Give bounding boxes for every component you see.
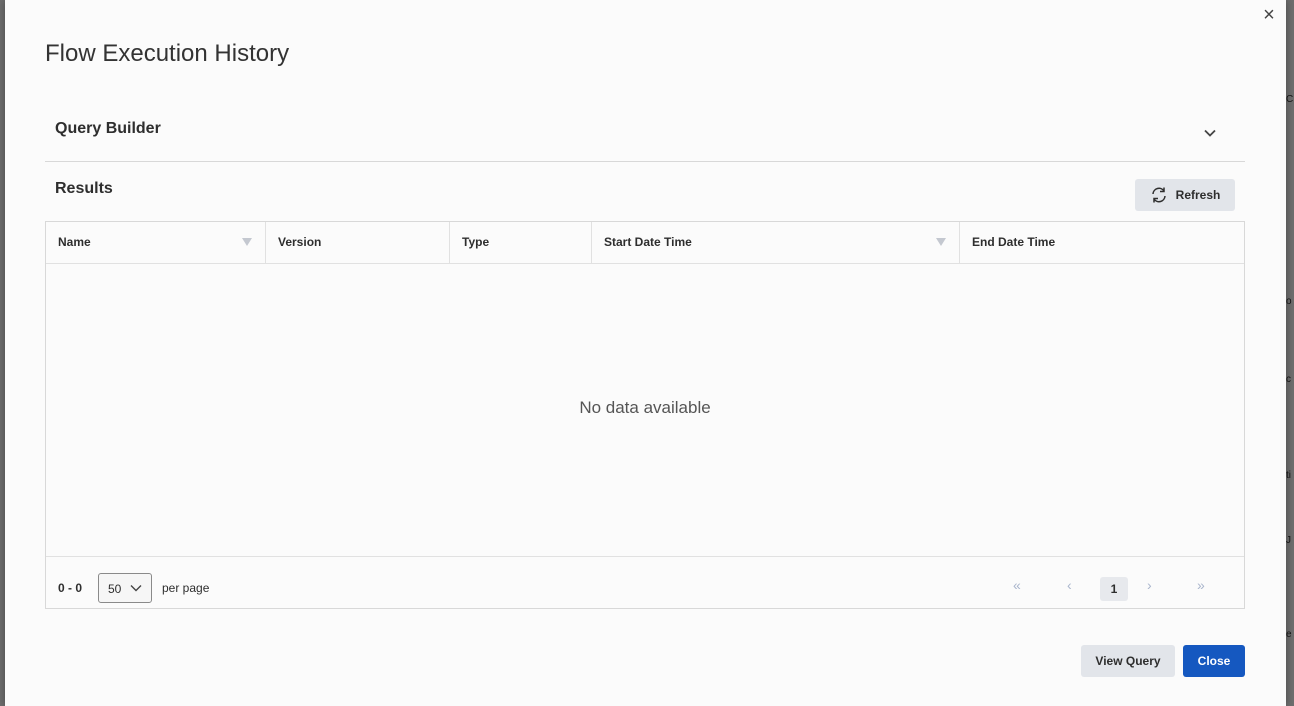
table-header: Name Version Type Start Date Time End Da… bbox=[46, 222, 1244, 264]
current-page-button[interactable]: 1 bbox=[1100, 577, 1128, 601]
column-header-start-date-time[interactable]: Start Date Time bbox=[592, 222, 960, 263]
close-button[interactable]: Close bbox=[1183, 645, 1245, 677]
view-query-button[interactable]: View Query bbox=[1081, 645, 1175, 677]
first-page-icon[interactable]: « bbox=[1013, 577, 1021, 593]
result-range: 0 - 0 bbox=[58, 581, 83, 595]
query-builder-accordion[interactable]: Query Builder bbox=[45, 106, 1245, 162]
column-header-version[interactable]: Version bbox=[266, 222, 450, 263]
query-builder-label: Query Builder bbox=[55, 120, 161, 137]
chevron-down-icon[interactable] bbox=[1203, 126, 1217, 140]
column-header-label: Type bbox=[462, 235, 490, 249]
per-page-label: per page bbox=[162, 581, 210, 595]
results-table: Name Version Type Start Date Time End Da… bbox=[45, 221, 1245, 609]
previous-page-icon[interactable]: ‹ bbox=[1067, 577, 1072, 593]
column-header-label: End Date Time bbox=[972, 235, 1056, 249]
results-heading: Results bbox=[55, 180, 113, 197]
next-page-icon[interactable]: › bbox=[1147, 577, 1152, 593]
empty-state-message: No data available bbox=[579, 398, 711, 417]
chevron-down-icon bbox=[130, 585, 142, 592]
per-page-value: 50 bbox=[108, 582, 122, 596]
column-header-label: Start Date Time bbox=[604, 235, 692, 249]
refresh-label: Refresh bbox=[1175, 188, 1221, 202]
column-header-label: Version bbox=[278, 235, 322, 249]
column-header-name[interactable]: Name bbox=[46, 222, 266, 263]
per-page-select[interactable]: 50 bbox=[98, 573, 152, 603]
refresh-button[interactable]: Refresh bbox=[1135, 179, 1235, 211]
column-header-end-date-time[interactable]: End Date Time bbox=[960, 222, 1244, 263]
column-header-type[interactable]: Type bbox=[450, 222, 592, 263]
sort-filter-icon[interactable] bbox=[936, 238, 946, 246]
dialog-title: Flow Execution History bbox=[45, 40, 290, 67]
last-page-icon[interactable]: » bbox=[1197, 577, 1205, 593]
pagination-bar: 0 - 0 50 per page « ‹ 1 › » bbox=[46, 556, 1244, 609]
sort-filter-icon[interactable] bbox=[242, 238, 252, 246]
column-header-label: Name bbox=[58, 235, 91, 249]
close-icon[interactable]: × bbox=[1258, 4, 1280, 26]
refresh-icon bbox=[1151, 187, 1166, 203]
flow-execution-history-dialog: × Flow Execution History Query Builder R… bbox=[5, 0, 1286, 706]
